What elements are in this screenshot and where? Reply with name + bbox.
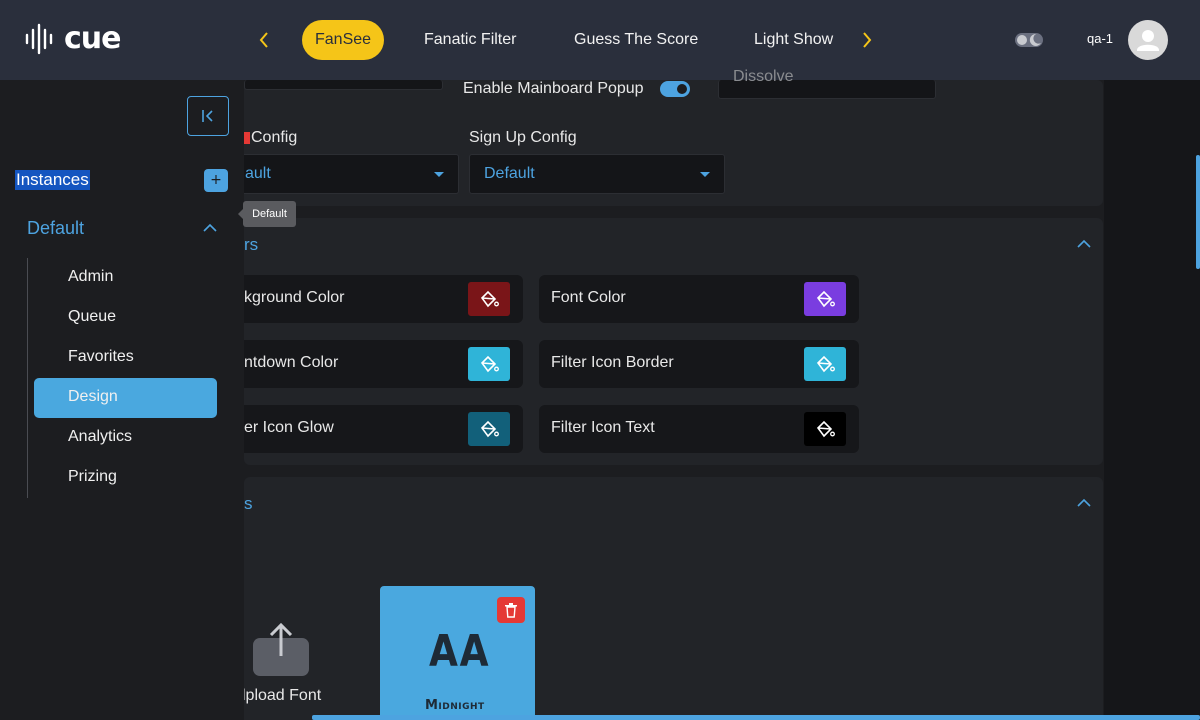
cue-logo[interactable]: cue [24, 22, 121, 56]
chevron-up-icon[interactable] [1076, 498, 1092, 508]
color-item-label: kground Color [244, 289, 345, 306]
color-item-countdown: ntdown Color [203, 340, 523, 388]
sidebar-item-favorites[interactable]: Favorites [34, 338, 217, 378]
sidebar-item-label: Favorites [68, 348, 134, 365]
tabs-next-arrow[interactable] [855, 28, 879, 52]
trash-icon [505, 603, 517, 618]
tab-fansee[interactable]: FanSee [302, 20, 385, 60]
collapse-sidebar-button[interactable] [187, 96, 229, 136]
chevron-down-icon [434, 172, 444, 177]
upload-font-label: lpload Font [242, 687, 322, 704]
transition-select[interactable]: Dissolve [718, 68, 936, 99]
signup-config-select[interactable]: Default [469, 154, 725, 194]
color-swatch-font[interactable] [804, 282, 846, 316]
sidebar-item-queue[interactable]: Queue [34, 298, 217, 338]
tab-fanatic-filter[interactable]: Fanatic Filter [424, 20, 516, 60]
add-instance-button[interactable]: + [204, 169, 228, 192]
fonts-section-title: s [244, 494, 253, 513]
color-swatch-background[interactable] [468, 282, 510, 316]
sidebar-item-label: Admin [68, 268, 114, 285]
right-gutter [1104, 80, 1200, 720]
tabs-prev-arrow[interactable] [252, 28, 276, 52]
chevron-left-icon [259, 32, 268, 48]
font-name: Midnight [425, 698, 485, 713]
color-swatch-filter-icon-text[interactable] [804, 412, 846, 446]
paint-bucket-icon [480, 355, 499, 373]
tab-guess-the-score[interactable]: Guess The Score [574, 20, 698, 60]
delete-font-button[interactable] [497, 597, 525, 623]
tab-light-show[interactable]: Light Show [754, 20, 833, 60]
theme-toggle[interactable] [1014, 30, 1044, 50]
color-swatch-filter-icon-glow[interactable] [468, 412, 510, 446]
color-swatch-countdown[interactable] [468, 347, 510, 381]
fonts-card [244, 477, 1103, 720]
login-config-value: ault [245, 165, 271, 182]
chevron-right-icon [863, 32, 872, 48]
color-item-label: ntdown Color [244, 354, 339, 371]
color-item-font: Font Color [539, 275, 859, 323]
signup-config-value: Default [484, 165, 535, 182]
sidebar-item-analytics[interactable]: Analytics [34, 418, 217, 458]
color-item-background: kground Color [203, 275, 523, 323]
avatar[interactable] [1128, 20, 1168, 60]
sidebar-item-prizing[interactable]: Prizing [34, 458, 217, 498]
instance-default[interactable]: Default [27, 218, 84, 239]
enable-popup-label: Enable Mainboard Popup [463, 80, 644, 97]
paint-bucket-icon [480, 290, 499, 308]
sidebar-item-design[interactable]: Design [34, 378, 217, 418]
color-item-filter-icon-border: Filter Icon Border [539, 340, 859, 388]
sidebar-item-label: Queue [68, 308, 117, 325]
login-config-label: Config [244, 129, 297, 147]
color-item-filter-icon-text: Filter Icon Text [539, 405, 859, 453]
upload-font-tile[interactable]: lpload Font [242, 620, 344, 720]
font-preview: AA [429, 626, 491, 677]
sidebar-item-admin[interactable]: Admin [34, 258, 217, 298]
color-item-filter-icon-glow: er Icon Glow [203, 405, 523, 453]
horizontal-scrollbar[interactable] [312, 715, 1200, 720]
paint-bucket-icon [816, 290, 835, 308]
tree-line [27, 258, 28, 498]
sidebar-item-label: Design [68, 388, 118, 405]
transition-value: Dissolve [733, 68, 794, 85]
paint-bucket-icon [816, 420, 835, 438]
upload-icon [253, 622, 309, 676]
collapse-left-icon [202, 110, 213, 122]
chevron-down-icon [700, 172, 710, 177]
instances-title: Instances [15, 170, 90, 190]
user-name[interactable]: qa-1 [1087, 31, 1113, 46]
top-header: cue FanSee Fanatic Filter Guess The Scor… [0, 0, 1200, 80]
signup-config-label: Sign Up Config [469, 129, 577, 146]
soundwave-logo-icon [25, 23, 53, 55]
login-config-select[interactable]: ault [230, 154, 459, 194]
enable-popup-toggle[interactable] [660, 81, 690, 97]
sidebar-item-label: Analytics [68, 428, 133, 445]
vertical-scrollbar[interactable] [1196, 155, 1200, 269]
chevron-up-icon[interactable] [202, 223, 218, 233]
moon-toggle-icon [1015, 33, 1043, 47]
color-item-label: Filter Icon Text [551, 419, 655, 436]
paint-bucket-icon [480, 420, 499, 438]
color-item-label: Font Color [551, 289, 626, 306]
tooltip: Default [238, 201, 296, 227]
color-swatch-filter-icon-border[interactable] [804, 347, 846, 381]
user-icon [1137, 30, 1159, 51]
paint-bucket-icon [816, 355, 835, 373]
color-item-label: Filter Icon Border [551, 354, 674, 371]
partial-select-left[interactable] [244, 80, 443, 90]
sidebar-item-label: Prizing [68, 468, 117, 485]
colors-section-title: rs [244, 235, 259, 254]
chevron-up-icon[interactable] [1076, 239, 1092, 249]
color-item-label: er Icon Glow [244, 419, 334, 436]
logo-text: cue [64, 21, 121, 56]
